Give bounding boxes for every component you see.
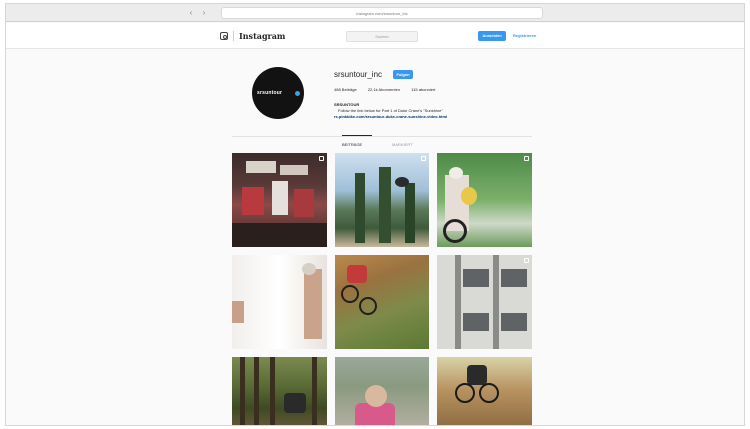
avatar-logo-dot [295,91,300,96]
bio-text: Follow the link below for Part 1 of Duke… [338,108,443,113]
post-thumbnail[interactable] [437,153,532,247]
back-icon[interactable]: ‹ [186,8,196,17]
instagram-header: Instagram Suchen Anmelden Registrieren [6,23,744,49]
tab-tagged[interactable]: MARKIERT [392,142,413,147]
browser-toolbar: ‹ › instagram.com/srsuntour_inc [6,4,744,22]
post-thumbnail[interactable] [232,357,327,425]
multiple-photos-icon [524,258,529,263]
bio-link[interactable]: rs.pinkbike.com/srsuntour-duke-crane-sun… [334,114,447,119]
signup-link[interactable]: Registrieren [513,32,536,40]
search-input[interactable]: Suchen [346,31,418,42]
multiple-photos-icon [319,156,324,161]
browser-window: ‹ › instagram.com/srsuntour_inc Instagra… [5,3,745,426]
post-thumbnail[interactable] [232,255,327,349]
multiple-photos-icon [421,156,426,161]
post-thumbnail[interactable] [437,357,532,425]
post-thumbnail[interactable] [335,255,429,349]
profile-username: srsuntour_inc [334,70,383,79]
post-thumbnail[interactable] [335,357,429,425]
header-divider [233,31,234,41]
multiple-photos-icon [524,156,529,161]
posts-count: 488 Beiträge [334,87,357,92]
camera-icon[interactable] [220,32,228,40]
tab-posts[interactable]: BEITRÄGE [342,142,362,147]
forward-icon[interactable]: › [199,8,209,17]
address-bar[interactable]: instagram.com/srsuntour_inc [221,7,543,19]
login-button[interactable]: Anmelden [478,31,506,41]
instagram-wordmark[interactable]: Instagram [239,31,285,41]
following-count[interactable]: 115 abonniert [411,87,435,92]
tab-active-indicator [342,135,372,136]
bio-name: SRSUNTOUR [334,102,360,107]
followers-count[interactable]: 22,1k Abonnenten [368,87,400,92]
post-thumbnail[interactable] [335,153,429,247]
tab-divider [232,136,532,137]
post-thumbnail[interactable] [437,255,532,349]
profile-stats: 488 Beiträge 22,1k Abonnenten 115 abonni… [334,87,445,92]
post-thumbnail[interactable] [232,153,327,247]
follow-button[interactable]: Folgen [393,70,413,79]
avatar-logo-text: srsuntour [257,90,283,96]
